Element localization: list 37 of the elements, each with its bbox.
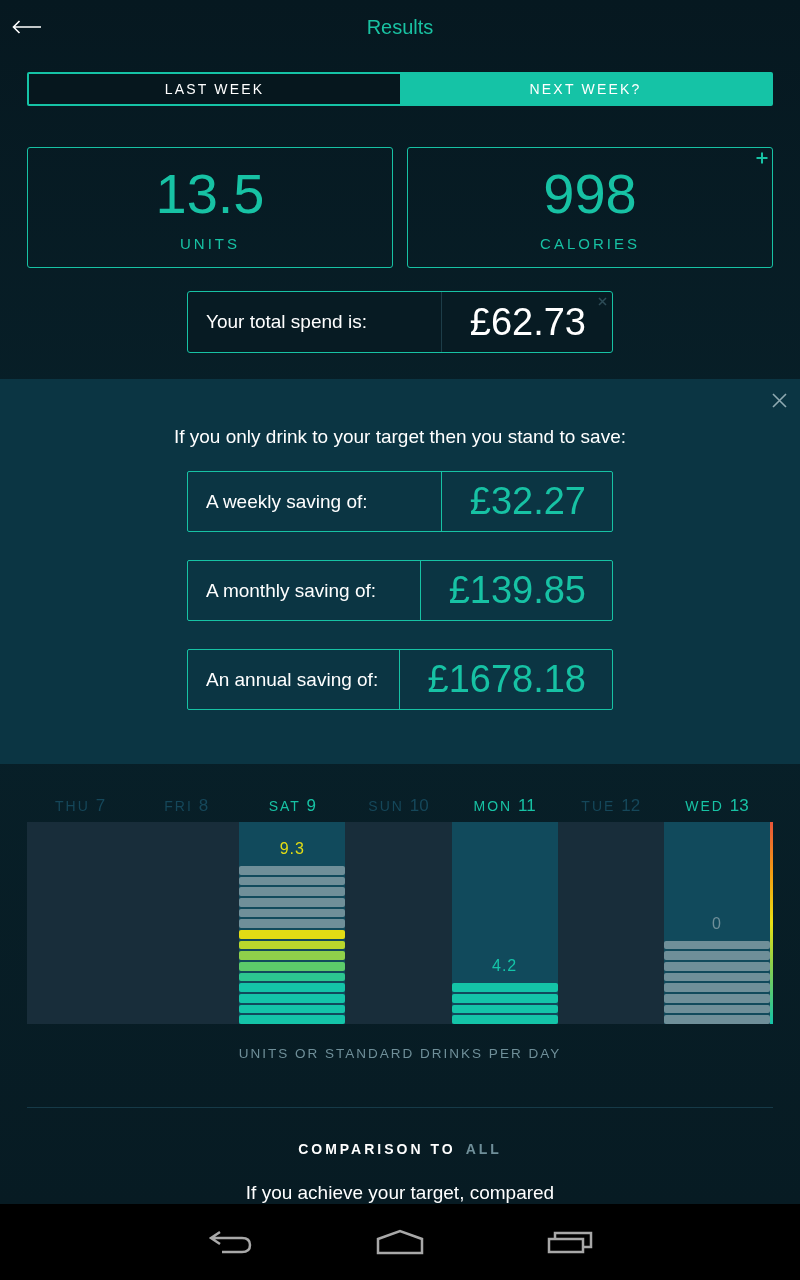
tab[interactable]: LAST WEEK [29,74,400,104]
back-button[interactable] [12,20,42,34]
saving-value: £139.85 [419,561,612,620]
filter-link[interactable]: ALL [465,1140,502,1158]
close-button[interactable] [771,392,788,409]
back-icon[interactable] [208,1230,252,1254]
day-label[interactable]: WED 13 [685,796,749,816]
tab[interactable]: NEXT WEEK? [400,74,771,104]
day-column[interactable]: 9.3 [239,822,346,1024]
day-value: 4.2 [491,956,519,977]
saving-value: £32.27 [440,472,612,531]
spend-value: £62.73 [440,292,612,352]
plus-icon[interactable] [756,152,768,164]
day-label[interactable]: SAT 9 [268,796,316,816]
saving-label: A weekly saving of: [206,489,368,514]
saving-label: An annual saving of: [206,667,379,692]
day-column[interactable]: 4.2 [451,822,558,1024]
close-icon [772,393,787,408]
day-column[interactable]: 0 [663,822,770,1024]
screen-title: Results [366,15,434,39]
chart-caption: UNITS OR STANDARD DRINKS PER DAY [238,1046,562,1062]
stat-label: CALORIES [540,235,640,253]
stat-value: 998 [543,162,637,226]
savings-intro: If you only drink to your target then you stand to save: [173,425,626,449]
home-icon[interactable] [376,1229,424,1255]
comparison-text: If you achieve your target, compared [245,1182,555,1204]
recents-icon[interactable] [547,1230,593,1254]
saving-value: £1678.18 [398,650,612,709]
comparison-heading: COMPARISON TO [298,1140,456,1158]
spend-label: Your total spend is: [206,310,367,334]
stat-value: 13.5 [155,162,265,226]
stat-label: UNITS [180,235,240,253]
day-label[interactable]: MON 11 [473,796,536,816]
arrow-icon [12,20,42,34]
saving-label: A monthly saving of: [206,578,377,603]
day-value: 0 [710,913,723,934]
day-value: 9.3 [278,839,306,860]
